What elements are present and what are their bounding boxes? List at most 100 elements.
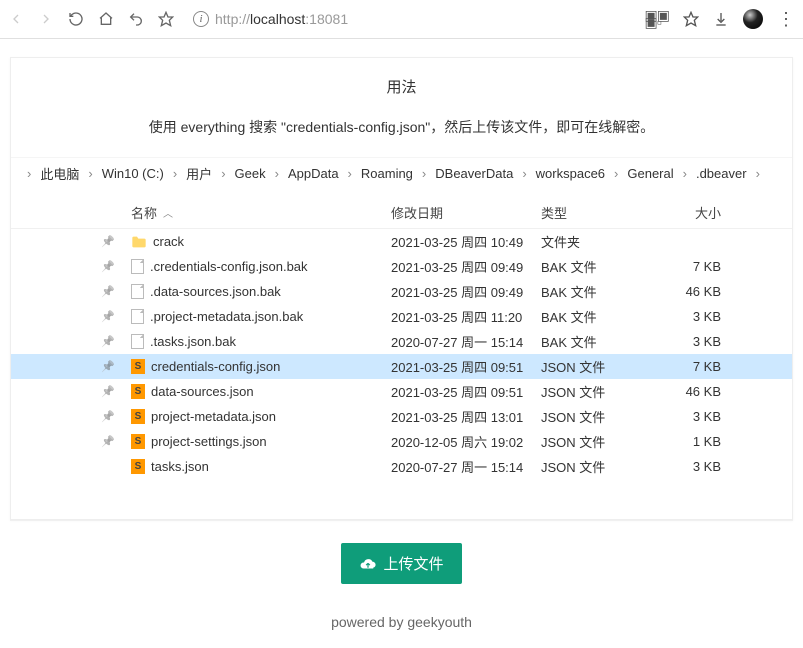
chevron-right-icon: › bbox=[217, 166, 229, 181]
table-row[interactable]: 📌crack2021-03-25 周四 10:49文件夹 bbox=[11, 229, 792, 254]
pin-icon[interactable]: 📌 bbox=[101, 410, 131, 423]
breadcrumb-item[interactable]: AppData bbox=[285, 164, 342, 183]
page-title: 用法 bbox=[11, 76, 792, 97]
file-type: BAK 文件 bbox=[541, 332, 641, 351]
file-name-cell: tasks.json bbox=[131, 459, 391, 474]
file-name-cell: project-settings.json bbox=[131, 434, 391, 449]
page-description: 使用 everything 搜索 "credentials-config.jso… bbox=[11, 117, 792, 137]
cloud-upload-icon bbox=[359, 555, 377, 573]
table-row[interactable]: tasks.json2020-07-27 周一 15:14JSON 文件3 KB bbox=[11, 454, 792, 479]
file-type: JSON 文件 bbox=[541, 432, 641, 451]
col-header-name[interactable]: 名称 ︿ bbox=[131, 203, 391, 222]
breadcrumb-item[interactable]: Win10 (C:) bbox=[99, 164, 167, 183]
pin-icon[interactable]: 📌 bbox=[101, 285, 131, 298]
file-name-cell: .data-sources.json.bak bbox=[131, 284, 391, 299]
file-type: JSON 文件 bbox=[541, 407, 641, 426]
avatar[interactable] bbox=[743, 9, 763, 29]
file-modified: 2020-07-27 周一 15:14 bbox=[391, 332, 541, 351]
sublime-file-icon bbox=[131, 359, 145, 374]
file-name: .data-sources.json.bak bbox=[150, 284, 281, 299]
home-icon[interactable] bbox=[98, 11, 114, 27]
file-name-cell: data-sources.json bbox=[131, 384, 391, 399]
bookmark-icon[interactable] bbox=[683, 11, 699, 27]
file-name: .tasks.json.bak bbox=[150, 334, 236, 349]
file-name-cell: .tasks.json.bak bbox=[131, 334, 391, 349]
file-size: 3 KB bbox=[641, 409, 721, 424]
menu-icon[interactable]: ⋮ bbox=[777, 9, 795, 30]
url-text: http://localhost:18081 bbox=[215, 11, 348, 27]
file-name: crack bbox=[153, 234, 184, 249]
table-row[interactable]: 📌project-settings.json2020-12-05 周六 19:0… bbox=[11, 429, 792, 454]
chevron-right-icon: › bbox=[23, 166, 35, 181]
file-size: 46 KB bbox=[641, 284, 721, 299]
table-row[interactable]: 📌.credentials-config.json.bak2021-03-25 … bbox=[11, 254, 792, 279]
table-row[interactable]: 📌project-metadata.json2021-03-25 周四 13:0… bbox=[11, 404, 792, 429]
file-name-cell: project-metadata.json bbox=[131, 409, 391, 424]
col-header-modified[interactable]: 修改日期 bbox=[391, 203, 541, 222]
qr-icon[interactable]: ▣▣▣▫ bbox=[645, 12, 669, 26]
file-size: 3 KB bbox=[641, 309, 721, 324]
file-modified: 2021-03-25 周四 09:51 bbox=[391, 357, 541, 376]
table-row[interactable]: 📌credentials-config.json2021-03-25 周四 09… bbox=[11, 354, 792, 379]
file-size: 46 KB bbox=[641, 384, 721, 399]
pin-icon[interactable]: 📌 bbox=[101, 435, 131, 448]
breadcrumb-item[interactable]: .dbeaver bbox=[693, 164, 750, 183]
breadcrumb-item[interactable]: Roaming bbox=[358, 164, 416, 183]
upload-button[interactable]: 上传文件 bbox=[341, 543, 461, 584]
file-size: 3 KB bbox=[641, 459, 721, 474]
chevron-right-icon: › bbox=[418, 166, 430, 181]
file-modified: 2021-03-25 周四 11:20 bbox=[391, 307, 541, 326]
file-type: JSON 文件 bbox=[541, 357, 641, 376]
forward-icon[interactable] bbox=[38, 11, 54, 27]
chevron-right-icon: › bbox=[610, 166, 622, 181]
sublime-file-icon bbox=[131, 384, 145, 399]
breadcrumb: › 此电脑›Win10 (C:)›用户›Geek›AppData›Roaming… bbox=[11, 157, 792, 189]
table-row[interactable]: 📌 .tasks.json.bak 2020-07-27 周一 15:14BAK 文… bbox=[11, 329, 792, 354]
url-bar[interactable]: i http://localhost:18081 bbox=[184, 6, 635, 32]
chevron-right-icon: › bbox=[271, 166, 283, 181]
sublime-file-icon bbox=[131, 459, 145, 474]
file-name: project-metadata.json bbox=[151, 409, 276, 424]
back-icon[interactable] bbox=[8, 11, 24, 27]
chevron-right-icon: › bbox=[344, 166, 356, 181]
file-name-cell: crack bbox=[131, 234, 391, 250]
col-header-size[interactable]: 大小 bbox=[641, 203, 721, 222]
breadcrumb-item[interactable]: workspace6 bbox=[533, 164, 608, 183]
folder-icon bbox=[131, 234, 147, 250]
pin-icon[interactable]: 📌 bbox=[101, 335, 131, 348]
file-type: 文件夹 bbox=[541, 232, 641, 251]
file-modified: 2020-07-27 周一 15:14 bbox=[391, 457, 541, 476]
file-icon bbox=[131, 334, 144, 349]
file-name-cell: credentials-config.json bbox=[131, 359, 391, 374]
file-icon bbox=[131, 309, 144, 324]
file-type: JSON 文件 bbox=[541, 382, 641, 401]
pin-icon[interactable]: 📌 bbox=[101, 310, 131, 323]
breadcrumb-item[interactable]: 此电脑 bbox=[37, 162, 82, 185]
star-icon[interactable] bbox=[158, 11, 174, 27]
table-row[interactable]: 📌.project-metadata.json.bak2021-03-25 周四… bbox=[11, 304, 792, 329]
reload-icon[interactable] bbox=[68, 11, 84, 27]
breadcrumb-item[interactable]: DBeaverData bbox=[432, 164, 516, 183]
breadcrumb-item[interactable]: Geek bbox=[232, 164, 269, 183]
toolbar-right: ▣▣▣▫ ⋮ bbox=[645, 9, 795, 30]
breadcrumb-item[interactable]: General bbox=[624, 164, 676, 183]
file-type: BAK 文件 bbox=[541, 257, 641, 276]
site-info-icon[interactable]: i bbox=[193, 11, 209, 27]
col-header-type[interactable]: 类型 bbox=[541, 203, 641, 222]
pin-icon[interactable]: 📌 bbox=[101, 235, 131, 248]
file-name: data-sources.json bbox=[151, 384, 254, 399]
pin-icon[interactable]: 📌 bbox=[101, 360, 131, 373]
undo-icon[interactable] bbox=[128, 11, 144, 27]
file-modified: 2021-03-25 周四 09:49 bbox=[391, 257, 541, 276]
chevron-right-icon: › bbox=[84, 166, 96, 181]
file-explorer: 名称 ︿ 修改日期 类型 大小 📌crack2021-03-25 周四 10:4… bbox=[11, 189, 792, 519]
file-icon bbox=[131, 259, 144, 274]
sort-asc-icon: ︿ bbox=[163, 205, 173, 220]
breadcrumb-item[interactable]: 用户 bbox=[183, 162, 215, 185]
pin-icon[interactable]: 📌 bbox=[101, 260, 131, 273]
table-body: 📌crack2021-03-25 周四 10:49文件夹📌.credential… bbox=[11, 229, 792, 519]
download-icon[interactable] bbox=[713, 11, 729, 27]
table-row[interactable]: 📌.data-sources.json.bak2021-03-25 周四 09:… bbox=[11, 279, 792, 304]
pin-icon[interactable]: 📌 bbox=[101, 385, 131, 398]
table-row[interactable]: 📌data-sources.json2021-03-25 周四 09:51JSO… bbox=[11, 379, 792, 404]
